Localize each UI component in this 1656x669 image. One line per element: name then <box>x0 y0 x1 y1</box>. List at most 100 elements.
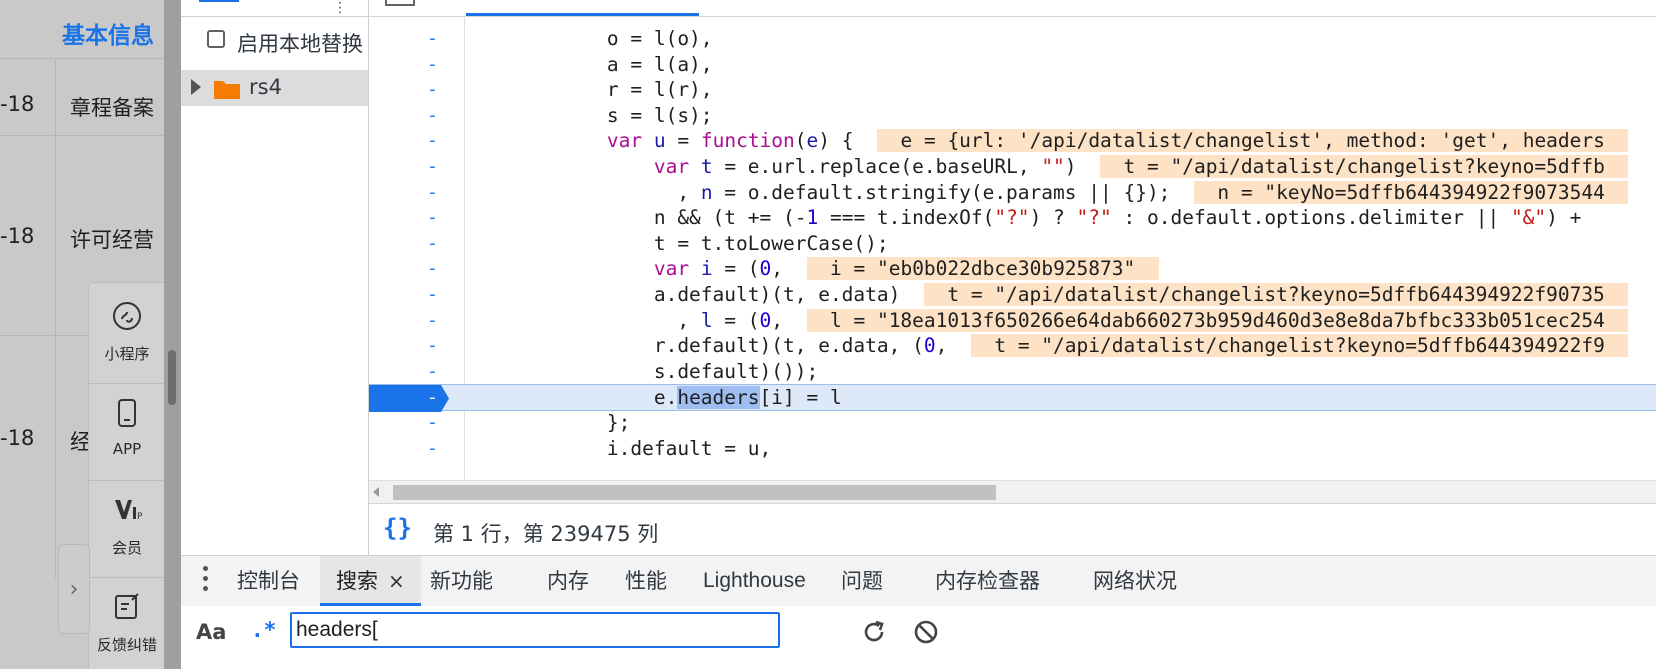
code-line[interactable]: - i.default = u, <box>369 436 1656 463</box>
code-line[interactable]: - t = t.toLowerCase(); <box>369 231 1656 258</box>
close-tab-icon[interactable]: × <box>388 569 405 593</box>
vip-icon: P <box>115 500 142 522</box>
line-gutter-marker[interactable]: - <box>427 207 438 228</box>
code-text: t = t.toLowerCase(); <box>466 231 889 255</box>
code-line[interactable]: - r.default)(t, e.data, (0, t = "/api/da… <box>369 333 1656 360</box>
background-web-page: 基本信息 -18 章程备案 -18 许可经营 -18 经 小程序 APP P 会… <box>0 0 181 669</box>
line-gutter-marker[interactable]: - <box>427 258 438 279</box>
side-item-label: 小程序 <box>104 345 150 363</box>
tab-search[interactable]: 搜索 × <box>320 556 421 606</box>
code-line[interactable]: - r = l(r), <box>369 77 1656 104</box>
tab-performance[interactable]: 性能 <box>625 556 667 606</box>
table-cell-type[interactable]: 章程备案 <box>70 92 154 122</box>
enable-local-overrides-checkbox[interactable] <box>207 30 225 48</box>
more-options-icon[interactable]: ⋮ <box>333 0 347 16</box>
tab-underline <box>199 0 239 2</box>
search-toolbar: Aa .* <box>181 606 1656 669</box>
phone-icon <box>118 399 136 427</box>
refresh-icon[interactable] <box>861 619 887 645</box>
tab-memory[interactable]: 内存 <box>547 556 589 606</box>
code-line[interactable]: - a.default)(t, e.data) t = "/api/datali… <box>369 282 1656 309</box>
inline-value-annotation: n = "keyNo=5dffb644394922f9073544 <box>1193 180 1629 204</box>
tab-lighthouse[interactable]: Lighthouse <box>703 556 806 606</box>
line-gutter-marker[interactable]: - <box>427 130 438 151</box>
line-gutter-marker[interactable]: - <box>427 105 438 126</box>
feedback-button[interactable]: 反馈纠错 <box>89 574 165 669</box>
scrollbar-thumb[interactable] <box>393 485 996 500</box>
code-text: var t = e.url.replace(e.baseURL, "") t =… <box>653 155 1629 178</box>
code-line[interactable]: - s = l(s); <box>369 103 1656 130</box>
line-gutter-marker[interactable]: - <box>427 233 438 254</box>
line-gutter-marker[interactable]: - <box>427 156 438 177</box>
side-item-label: 会员 <box>111 539 142 557</box>
code-line[interactable]: - }; <box>369 410 1656 437</box>
pretty-print-icon[interactable]: {} <box>383 514 412 542</box>
page-title: 基本信息 <box>62 23 154 49</box>
app-button[interactable]: APP <box>89 380 165 481</box>
divider <box>55 58 56 578</box>
code-line[interactable]: - , l = (0, l = "18ea1013f650266e64dab66… <box>369 308 1656 335</box>
tab-console[interactable]: 控制台 <box>237 556 300 606</box>
match-case-toggle[interactable]: Aa <box>196 620 226 644</box>
code-line[interactable]: - var i = (0, i = "eb0b022dbce30b925873" <box>369 256 1656 283</box>
code-line[interactable]: - n && (t += (-1 === t.indexOf("?") ? "?… <box>369 205 1656 232</box>
line-gutter-marker[interactable]: - <box>427 182 438 203</box>
line-gutter-marker[interactable]: - <box>427 387 438 408</box>
search-input[interactable] <box>290 612 780 648</box>
editor-tab-strip <box>369 0 1656 17</box>
side-item-label: APP <box>112 440 142 458</box>
feedback-edit-icon <box>115 593 139 619</box>
code-line[interactable]: - a = l(a), <box>369 52 1656 79</box>
folder-name: rs4 <box>249 75 282 99</box>
code-editor[interactable]: - o = l(o), - a = l(a), - r = l(r), - s = l… <box>369 0 1656 480</box>
table-cell-type[interactable]: 许可经营 <box>70 224 154 254</box>
code-text: var i = (0, i = "eb0b022dbce30b925873" <box>653 257 1159 281</box>
inline-value-annotation: t = "/api/datalist/changelist?keyno=5dff… <box>1100 155 1629 178</box>
tab-whats-new[interactable]: 新功能 <box>430 556 493 606</box>
chevron-right-icon: › <box>69 576 79 602</box>
code-line[interactable]: - var u = function(e) { e = {url: '/api/… <box>369 128 1656 155</box>
line-gutter-marker[interactable]: - <box>427 54 438 75</box>
editor-horizontal-scrollbar[interactable] <box>369 480 1656 503</box>
tab-network-conditions[interactable]: 网络状况 <box>1093 556 1177 606</box>
code-line[interactable]: - var t = e.url.replace(e.baseURL, "") t… <box>369 154 1656 181</box>
clear-icon[interactable] <box>913 619 939 645</box>
code-line[interactable]: - , n = o.default.stringify(e.params || … <box>369 180 1656 207</box>
expand-triangle-icon[interactable] <box>191 79 201 95</box>
line-gutter-marker[interactable]: - <box>427 361 438 382</box>
line-gutter-marker[interactable]: - <box>427 412 438 433</box>
editor-status-bar: {} 第 1 行，第 239475 列 <box>369 503 1656 556</box>
table-cell-date: -18 <box>0 224 35 248</box>
code-text: , n = o.default.stringify(e.params || {}… <box>466 180 1629 204</box>
code-text: a = l(a), <box>466 52 713 76</box>
svg-text:P: P <box>137 512 142 522</box>
code-text: r = l(r), <box>466 78 713 102</box>
code-line[interactable]: - o = l(o), <box>369 26 1656 53</box>
line-gutter-marker[interactable]: - <box>427 284 438 305</box>
line-gutter-marker[interactable]: - <box>427 310 438 331</box>
code-line-active[interactable]: - e.headers[i] = l <box>369 384 1656 413</box>
inline-value-annotation: t = "/api/datalist/changelist?keyno=5dff… <box>970 334 1629 358</box>
tab-issues[interactable]: 问题 <box>841 556 883 606</box>
vip-button[interactable]: P 会员 <box>89 477 165 578</box>
table-cell-date: -18 <box>0 426 35 450</box>
tab-underline <box>466 13 699 16</box>
line-gutter-marker[interactable]: - <box>427 335 438 356</box>
expand-chevron-button[interactable]: › <box>58 544 90 634</box>
regex-toggle[interactable]: .* <box>251 618 276 642</box>
drawer-menu-icon[interactable] <box>203 566 209 596</box>
scrollbar-thumb[interactable] <box>168 350 176 405</box>
line-gutter-marker[interactable]: - <box>427 28 438 49</box>
code-line[interactable]: - s.default)()); <box>369 359 1656 386</box>
line-gutter-marker[interactable]: - <box>427 79 438 100</box>
toggle-navigator-icon[interactable] <box>385 0 415 6</box>
sources-navigator: ⋮ 启用本地替换 rs4 <box>181 0 369 555</box>
line-gutter-marker[interactable]: - <box>427 438 438 459</box>
mini-program-button[interactable]: 小程序 <box>89 283 165 384</box>
tab-memory-inspector[interactable]: 内存检查器 <box>935 556 1040 606</box>
inline-value-annotation: i = "eb0b022dbce30b925873" <box>806 257 1159 281</box>
enable-local-overrides-label[interactable]: 启用本地替换 <box>237 28 365 58</box>
tree-item-folder[interactable]: rs4 <box>181 70 368 106</box>
scroll-left-arrow-icon[interactable] <box>373 487 379 497</box>
page-scrollbar[interactable] <box>164 0 181 669</box>
